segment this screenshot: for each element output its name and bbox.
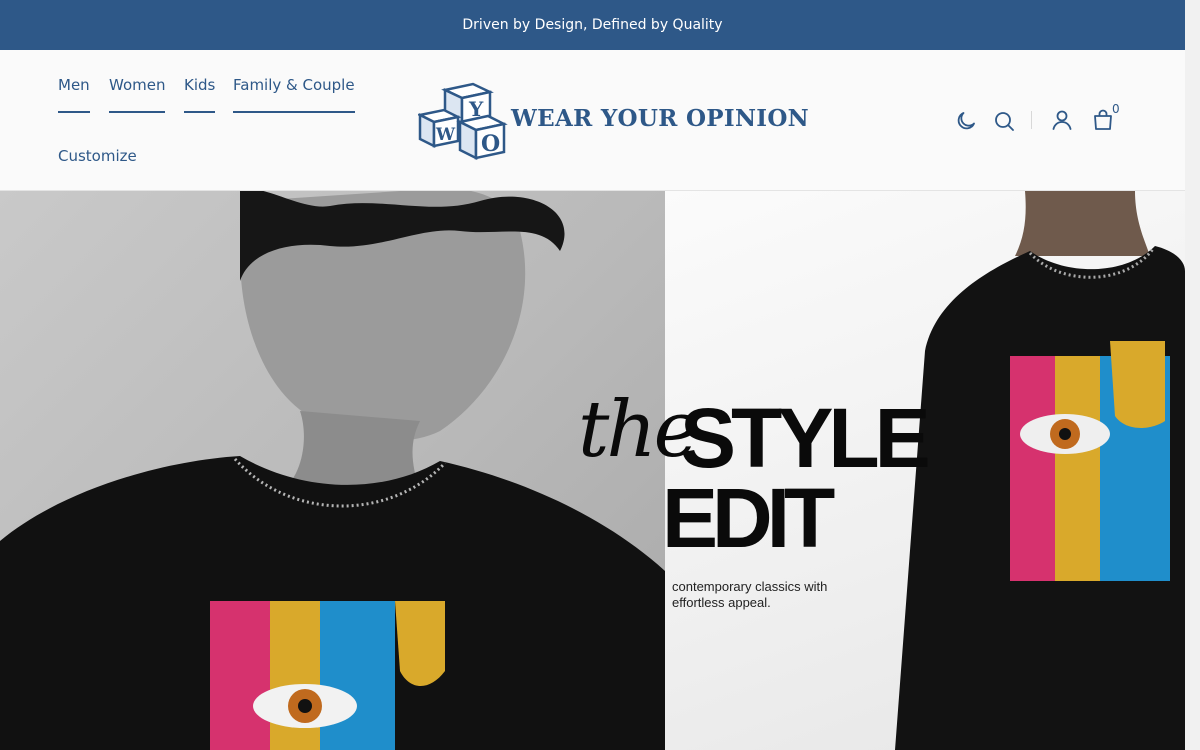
nav-item-customize[interactable]: Customize [58, 147, 137, 165]
cart-count-badge: 0 [1112, 102, 1120, 116]
site-header: Men Women Kids Family & Couple Customize [0, 50, 1185, 191]
tshirt-graphic-right [1010, 341, 1170, 581]
announcement-text: Driven by Design, Defined by Quality [462, 17, 723, 33]
search-icon [995, 112, 1014, 131]
nav-underline [58, 111, 90, 113]
nav-item-label: Customize [58, 147, 137, 165]
nav-underline [109, 111, 166, 113]
nav-item-women[interactable]: Women [109, 76, 166, 113]
hero-image-left [0, 191, 665, 750]
nav-item-label: Kids [184, 76, 216, 94]
hero-banner[interactable]: the STYLE EDIT contemporary classics wit… [0, 191, 1185, 750]
search-button[interactable] [992, 109, 1016, 133]
theme-toggle-button[interactable] [954, 109, 978, 133]
page-scrollbar[interactable] [1185, 0, 1200, 750]
hero-image-right [665, 191, 1185, 750]
announcement-bar: Driven by Design, Defined by Quality [0, 0, 1185, 50]
model-left-illustration [0, 191, 665, 750]
nav-item-label: Men [58, 76, 90, 94]
nav-item-kids[interactable]: Kids [184, 76, 216, 113]
logo-blocks-icon: Y W O [418, 82, 508, 160]
account-button[interactable] [1050, 108, 1074, 132]
nav-item-label: Women [109, 76, 166, 94]
nav-item-label: Family & Couple [233, 76, 355, 94]
header-divider [1031, 111, 1032, 129]
moon-icon [957, 112, 975, 130]
model-right-illustration [895, 191, 1185, 750]
logo-block-letter: Y [468, 97, 484, 121]
nav-item-family-couple[interactable]: Family & Couple [233, 76, 355, 113]
logo-block-letter: O [481, 131, 500, 157]
nav-item-men[interactable]: Men [58, 76, 90, 113]
logo-block-letter: W [435, 125, 456, 145]
logo-text: WEAR YOUR OPINION [511, 105, 809, 132]
nav-underline [184, 111, 216, 113]
site-logo[interactable]: Y W O WEAR YOUR OPINION [418, 82, 809, 160]
user-icon [1052, 110, 1072, 130]
nav-underline [233, 111, 355, 113]
